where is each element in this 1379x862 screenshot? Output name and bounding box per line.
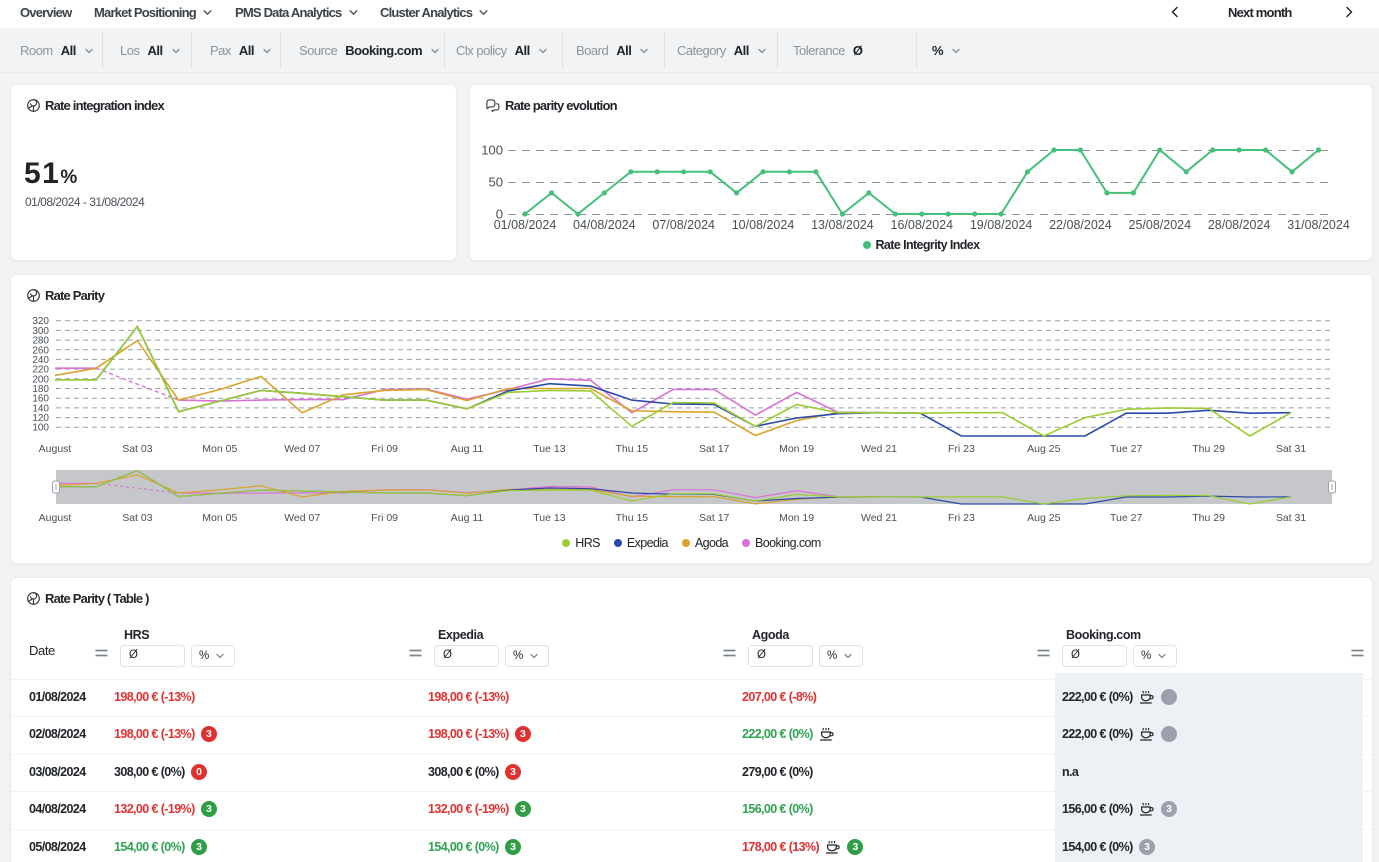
svg-text:Mon 19: Mon 19 bbox=[779, 443, 814, 455]
svg-text:Sat 31: Sat 31 bbox=[1276, 443, 1307, 455]
svg-text:Fri 09: Fri 09 bbox=[371, 512, 398, 524]
svg-text:Mon 19: Mon 19 bbox=[779, 512, 814, 524]
svg-text:Wed 07: Wed 07 bbox=[284, 512, 320, 524]
svg-text:100: 100 bbox=[481, 143, 503, 158]
svg-text:Thu 29: Thu 29 bbox=[1192, 512, 1225, 524]
svg-text:Wed 07: Wed 07 bbox=[284, 443, 320, 455]
svg-text:50: 50 bbox=[489, 175, 503, 190]
svg-text:Sat 03: Sat 03 bbox=[122, 512, 153, 524]
svg-text:Thu 15: Thu 15 bbox=[615, 512, 648, 524]
svg-text:10/08/2024: 10/08/2024 bbox=[732, 218, 795, 232]
svg-text:Aug 25: Aug 25 bbox=[1027, 443, 1060, 455]
svg-text:Aug 11: Aug 11 bbox=[451, 512, 484, 524]
svg-text:Tue 27: Tue 27 bbox=[1110, 512, 1142, 524]
svg-text:Sat 03: Sat 03 bbox=[122, 443, 153, 455]
svg-text:31/08/2024: 31/08/2024 bbox=[1287, 218, 1350, 232]
svg-text:28/08/2024: 28/08/2024 bbox=[1208, 218, 1271, 232]
svg-text:19/08/2024: 19/08/2024 bbox=[970, 218, 1033, 232]
svg-text:Aug 25: Aug 25 bbox=[1027, 512, 1060, 524]
svg-text:13/08/2024: 13/08/2024 bbox=[811, 218, 874, 232]
svg-text:Fri 23: Fri 23 bbox=[948, 443, 975, 455]
svg-text:Tue 13: Tue 13 bbox=[533, 512, 565, 524]
svg-text:Sat 17: Sat 17 bbox=[699, 443, 730, 455]
svg-text:Fri 09: Fri 09 bbox=[371, 443, 398, 455]
svg-text:Wed 21: Wed 21 bbox=[861, 443, 897, 455]
svg-text:Tue 27: Tue 27 bbox=[1110, 443, 1142, 455]
svg-text:25/08/2024: 25/08/2024 bbox=[1129, 218, 1192, 232]
svg-text:August: August bbox=[39, 512, 72, 524]
svg-text:16/08/2024: 16/08/2024 bbox=[891, 218, 954, 232]
svg-text:Tue 13: Tue 13 bbox=[533, 443, 565, 455]
svg-text:Thu 15: Thu 15 bbox=[615, 443, 648, 455]
svg-text:Mon 05: Mon 05 bbox=[202, 443, 237, 455]
svg-text:Mon 05: Mon 05 bbox=[202, 512, 237, 524]
svg-text:Aug 11: Aug 11 bbox=[451, 443, 484, 455]
svg-text:Sat 17: Sat 17 bbox=[699, 512, 730, 524]
svg-text:04/08/2024: 04/08/2024 bbox=[573, 218, 636, 232]
svg-text:01/08/2024: 01/08/2024 bbox=[494, 218, 557, 232]
svg-text:Sat 31: Sat 31 bbox=[1276, 512, 1307, 524]
svg-text:Thu 29: Thu 29 bbox=[1192, 443, 1225, 455]
svg-text:Wed 21: Wed 21 bbox=[861, 512, 897, 524]
svg-text:22/08/2024: 22/08/2024 bbox=[1049, 218, 1112, 232]
svg-text:07/08/2024: 07/08/2024 bbox=[652, 218, 715, 232]
svg-text:August: August bbox=[39, 443, 72, 455]
svg-text:100: 100 bbox=[32, 423, 49, 434]
svg-text:Fri 23: Fri 23 bbox=[948, 512, 975, 524]
